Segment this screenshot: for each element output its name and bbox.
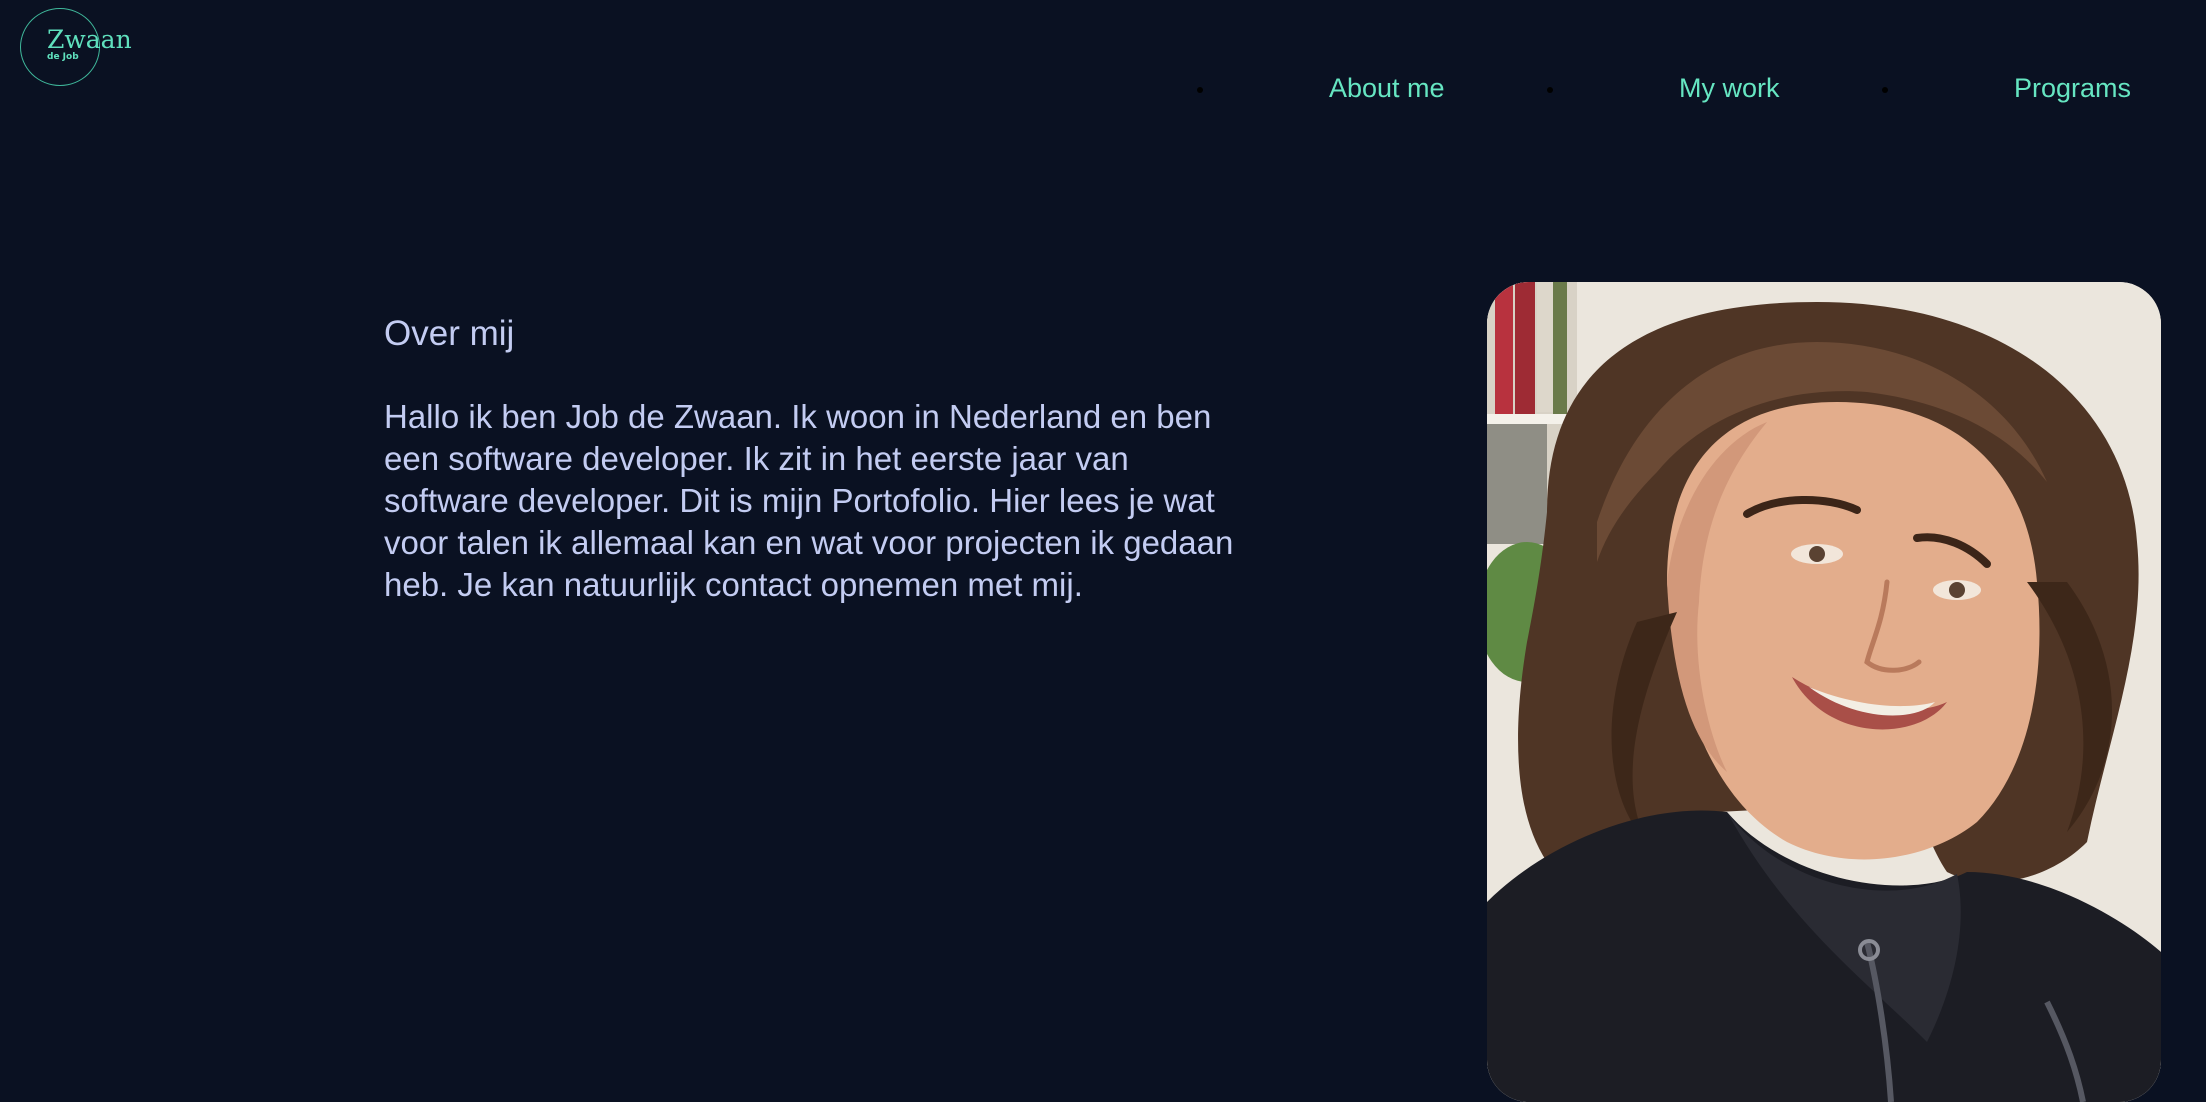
logo-main-text: Zwaan [47,25,132,54]
nav-link-my-work[interactable]: My work [1679,70,1780,106]
nav-bullet [1197,87,1203,93]
main-nav: About me My work Programs [0,70,2206,110]
about-section: Over mij Hallo ik ben Job de Zwaan. Ik w… [384,312,1244,606]
logo-sub-text: de Job [47,52,79,62]
about-text: Hallo ik ben Job de Zwaan. Ik woon in Ne… [384,398,1234,603]
nav-bullet [1882,87,1888,93]
nav-bullet [1547,87,1553,93]
profile-photo [1487,282,2161,1102]
about-heading: Over mij [384,314,515,353]
nav-link-programs[interactable]: Programs [2014,70,2131,106]
nav-link-about-me[interactable]: About me [1329,70,1445,106]
